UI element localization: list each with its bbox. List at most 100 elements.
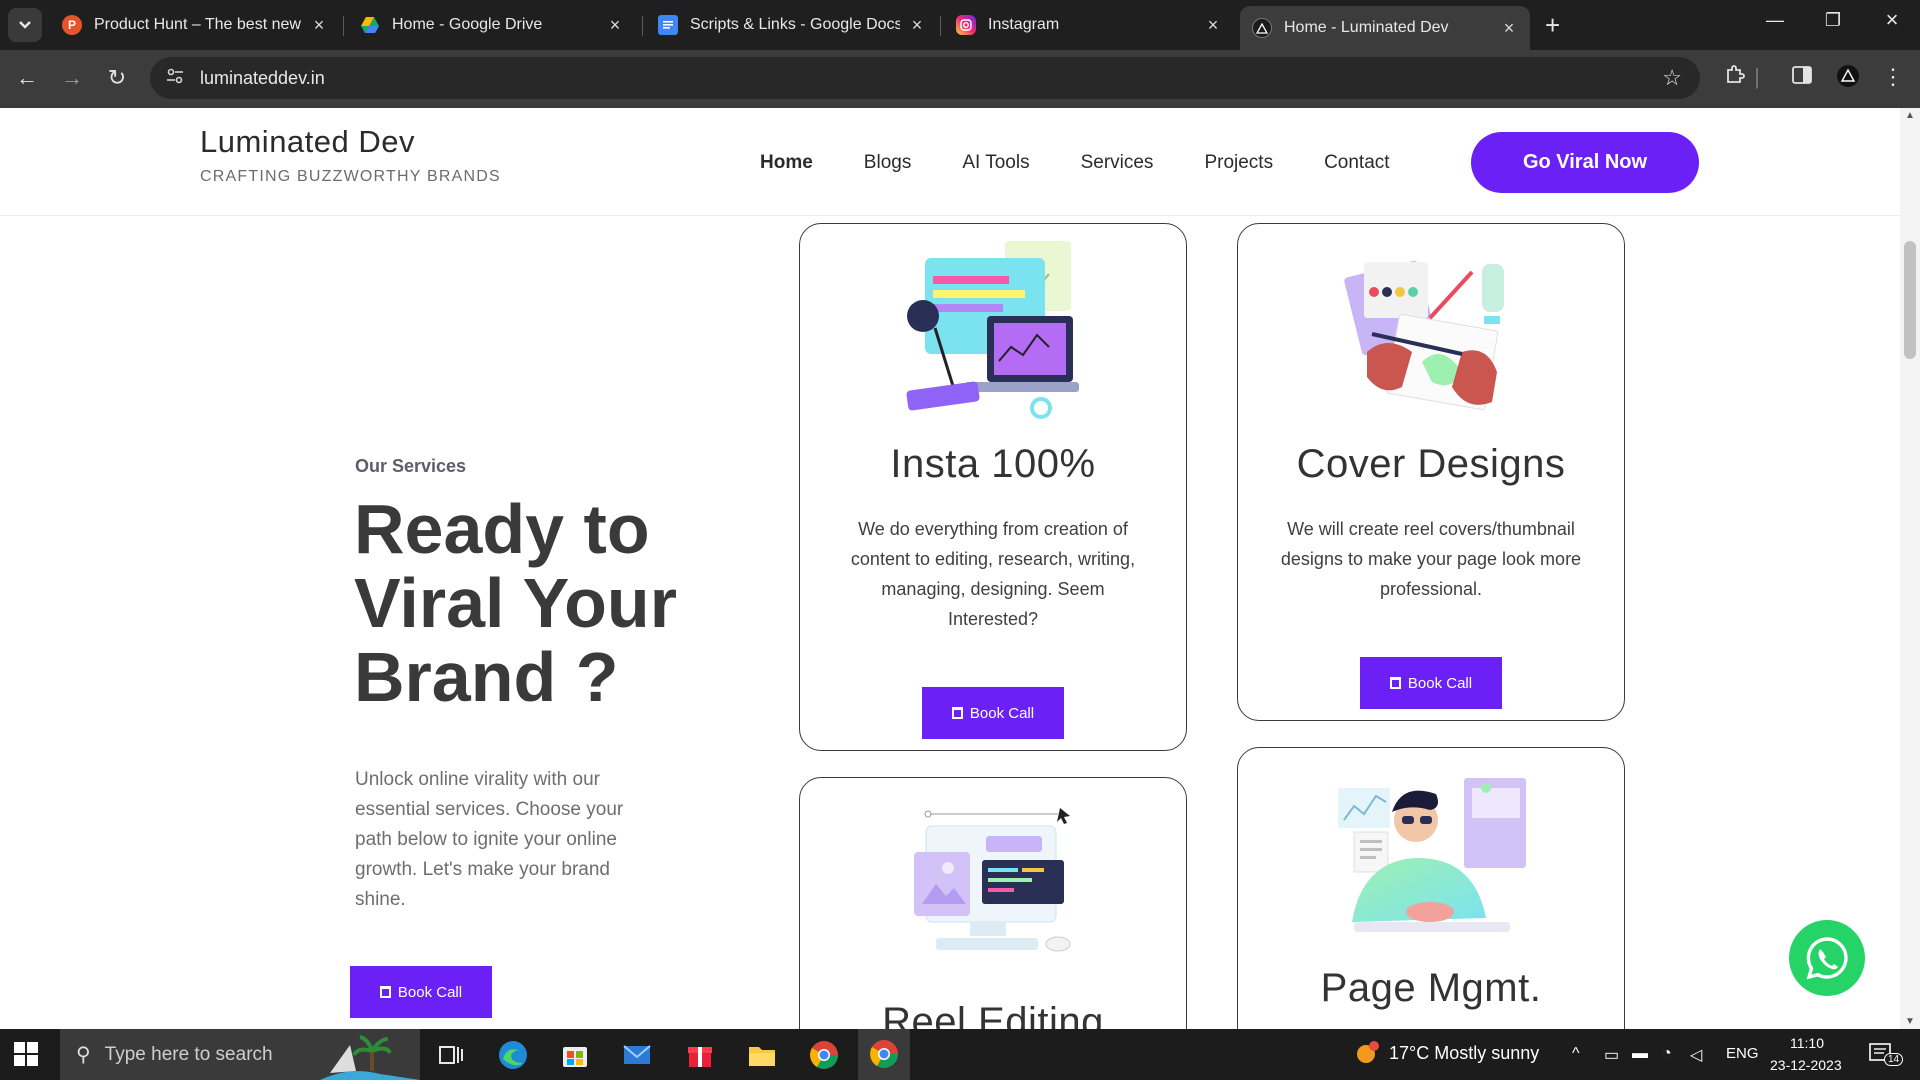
mail-icon[interactable]	[621, 1039, 653, 1071]
section-title: Ready to Viral Your Brand ?	[354, 490, 677, 716]
tab-title: Scripts & Links - Google Docs	[690, 16, 900, 33]
video-editing-illustration	[914, 808, 1071, 952]
podcast-studio-illustration	[906, 241, 1079, 419]
page-scrollbar[interactable]: ▲ ▼	[1900, 108, 1920, 1029]
extensions-puzzle-icon[interactable]	[1718, 64, 1752, 92]
design-palette-illustration	[1344, 260, 1504, 411]
scroll-up-arrow-icon[interactable]: ▲	[1905, 110, 1915, 121]
whatsapp-chat-button[interactable]	[1789, 920, 1865, 996]
gift-app-icon[interactable]	[684, 1039, 716, 1071]
section-description: Unlock online virality with our essentia…	[355, 769, 624, 910]
nav-ai-tools[interactable]: AI Tools	[962, 152, 1029, 174]
tab-separator	[940, 16, 941, 36]
calendar-icon	[379, 986, 391, 998]
close-tab-icon[interactable]: ×	[1500, 18, 1518, 39]
forward-arrow-icon[interactable]: →	[57, 65, 87, 91]
windows-start-icon[interactable]	[14, 1042, 38, 1066]
kebab-menu-icon[interactable]: ⋮	[1876, 64, 1910, 90]
service-card-reel-editing: Reel Editing	[799, 777, 1187, 1029]
calendar-icon	[951, 707, 963, 719]
service-card-insta: Insta 100% We do everything from creatio…	[799, 223, 1187, 751]
scroll-thumb[interactable]	[1904, 241, 1916, 359]
tab-google-docs[interactable]: Scripts & Links - Google Docs ×	[646, 8, 938, 42]
button-label: Book Call	[397, 983, 463, 1001]
url-input[interactable]	[200, 67, 1600, 89]
page-viewport: Luminated Dev CRAFTING BUZZWORTHY BRANDS…	[0, 108, 1920, 1029]
nav-home[interactable]: Home	[760, 152, 813, 174]
battery-icon[interactable]: ▬	[1632, 1045, 1648, 1063]
clock-date[interactable]: 23-12-2023	[1770, 1057, 1842, 1073]
service-card-cover-designs: Cover Designs We will create reel covers…	[1237, 223, 1625, 721]
card-book-call-button[interactable]: Book Call	[922, 687, 1064, 739]
back-arrow-icon[interactable]: ←	[12, 65, 42, 91]
site-settings-icon[interactable]	[166, 68, 190, 89]
tab-title: Home - Luminated Dev	[1284, 19, 1449, 36]
address-bar[interactable]: ☆	[150, 57, 1700, 99]
chevron-up-icon[interactable]: ^	[1572, 1045, 1580, 1063]
instagram-icon	[956, 15, 976, 35]
bookmark-star-icon[interactable]: ☆	[1662, 65, 1682, 91]
close-tab-icon[interactable]: ×	[1204, 15, 1222, 36]
card-description: We will create reel covers/thumbnail des…	[1280, 519, 1582, 599]
restore-icon[interactable]: ❐	[1813, 10, 1853, 31]
taskbar-search-box[interactable]: ⚲ Type here to search	[60, 1029, 420, 1080]
language-indicator[interactable]: ENG	[1726, 1045, 1759, 1062]
service-card-page-mgmt: Page Mgmt.	[1237, 747, 1625, 1029]
chrome-active-icon[interactable]	[858, 1029, 910, 1080]
docs-icon	[658, 15, 678, 35]
close-tab-icon[interactable]: ×	[606, 15, 624, 36]
tab-instagram[interactable]: Instagram ×	[944, 8, 1234, 42]
profile-avatar[interactable]	[1831, 64, 1865, 94]
calendar-icon	[1389, 677, 1401, 689]
search-icon: ⚲	[76, 1044, 91, 1066]
hero-book-call-button[interactable]: Book Call	[350, 966, 492, 1018]
go-viral-now-button[interactable]: Go Viral Now	[1471, 132, 1699, 193]
weather-text[interactable]: 17°C Mostly sunny	[1389, 1043, 1539, 1064]
tab-google-drive[interactable]: Home - Google Drive ×	[348, 8, 636, 42]
tab-product-hunt[interactable]: P Product Hunt – The best new pr ×	[50, 8, 340, 42]
reload-icon[interactable]: ↻	[102, 65, 132, 91]
triangle-icon	[1252, 18, 1272, 38]
close-tab-icon[interactable]: ×	[310, 15, 328, 36]
speaker-icon[interactable]: ◁	[1690, 1045, 1702, 1065]
button-label: Book Call	[1407, 674, 1473, 692]
wifi-icon[interactable]: ◔	[1662, 1045, 1672, 1063]
nav-services[interactable]: Services	[1081, 152, 1154, 174]
task-view-icon[interactable]	[434, 1039, 466, 1071]
site-header: Luminated Dev CRAFTING BUZZWORTHY BRANDS…	[0, 108, 1900, 216]
scroll-down-arrow-icon[interactable]: ▼	[1905, 1016, 1915, 1027]
device-icon[interactable]: ▭	[1604, 1045, 1619, 1065]
tab-separator	[343, 16, 344, 36]
tab-title: Instagram	[988, 16, 1060, 33]
file-explorer-icon[interactable]	[746, 1039, 778, 1071]
card-book-call-button[interactable]: Book Call	[1360, 657, 1502, 709]
tab-separator	[642, 16, 643, 36]
whatsapp-icon	[1806, 937, 1848, 980]
analytics-person-illustration	[1338, 778, 1526, 932]
brand-logo[interactable]: Luminated Dev	[200, 124, 415, 160]
minimize-icon[interactable]: —	[1755, 10, 1795, 31]
microsoft-store-icon[interactable]	[559, 1039, 591, 1071]
nav-projects[interactable]: Projects	[1204, 152, 1273, 174]
nav-contact[interactable]: Contact	[1324, 152, 1389, 174]
notification-center-icon[interactable]: 14	[1868, 1041, 1904, 1072]
chrome-profile-icon[interactable]	[808, 1039, 840, 1071]
tab-search-button[interactable]	[8, 8, 42, 42]
clock-time[interactable]: 11:10	[1790, 1035, 1824, 1051]
tab-title: Product Hunt – The best new pr	[94, 16, 302, 33]
side-panel-icon[interactable]	[1785, 64, 1819, 90]
close-window-icon[interactable]: ×	[1872, 7, 1912, 33]
toolbar-divider: |	[1754, 64, 1760, 89]
button-label: Book Call	[969, 704, 1035, 722]
nav-blogs[interactable]: Blogs	[864, 152, 912, 174]
product-hunt-icon: P	[62, 15, 82, 35]
card-description: We do everything from creation of conten…	[850, 519, 1136, 629]
weather-icon[interactable]	[1352, 1040, 1380, 1073]
browser-tab-bar: P Product Hunt – The best new pr × Home …	[0, 0, 1920, 50]
tab-luminated-dev[interactable]: Home - Luminated Dev ×	[1240, 6, 1530, 50]
notification-count-badge: 14	[1884, 1053, 1904, 1066]
edge-browser-icon[interactable]	[497, 1039, 529, 1071]
close-tab-icon[interactable]: ×	[908, 15, 926, 36]
new-tab-button[interactable]: +	[1545, 10, 1560, 41]
card-title: Insta 100%	[890, 442, 1096, 486]
